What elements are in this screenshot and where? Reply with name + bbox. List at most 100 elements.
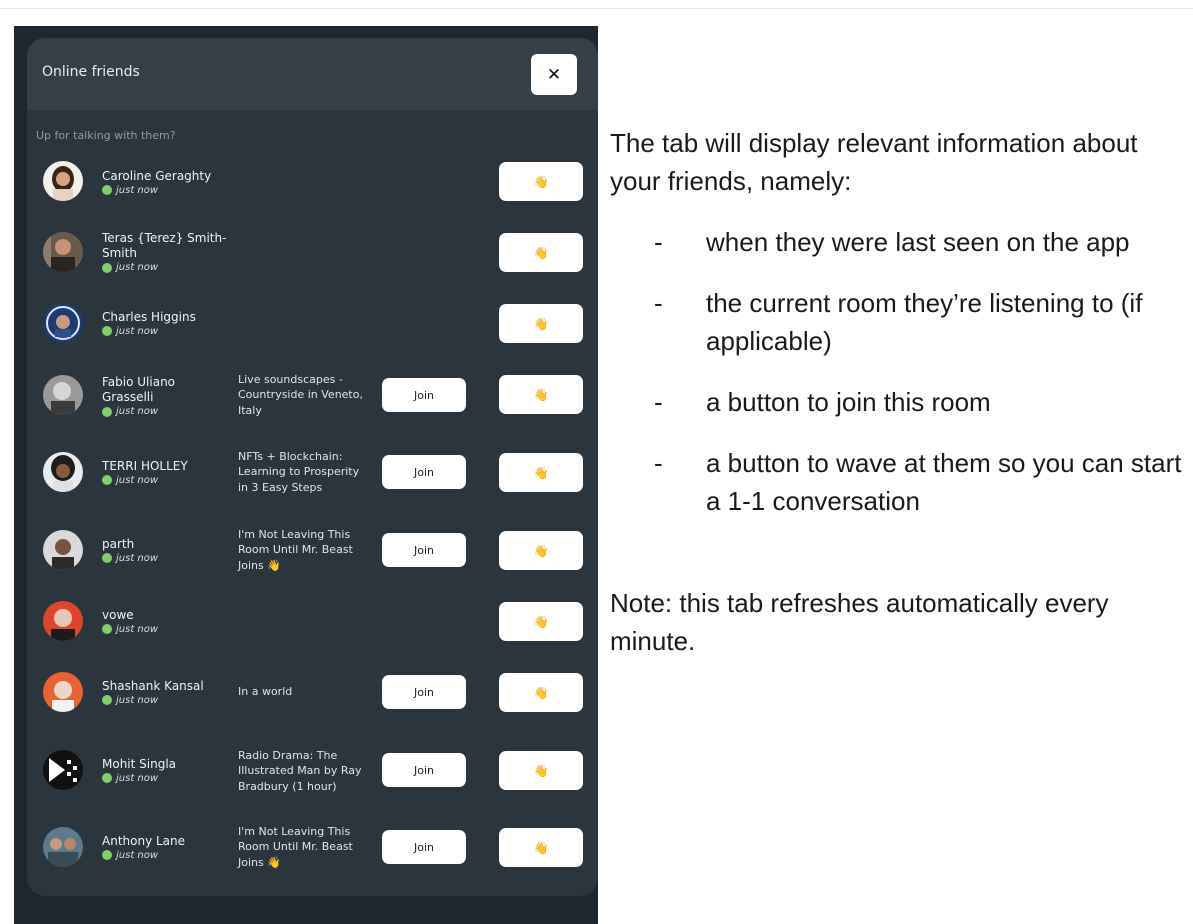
avatar: [43, 672, 83, 712]
status-line: just now: [102, 185, 227, 196]
current-room-title: I'm Not Leaving This Room Until Mr. Beas…: [238, 527, 353, 572]
feature-list: - when they were last seen on the app - …: [610, 223, 1188, 520]
last-seen-text: just now: [116, 184, 159, 196]
avatar: [43, 161, 83, 201]
bullet-marker: -: [654, 387, 663, 417]
online-dot-icon: [102, 262, 112, 273]
wave-button[interactable]: 👋: [499, 531, 583, 570]
feature-text: a button to wave at them so you can star…: [706, 448, 1182, 516]
join-room-button[interactable]: Join: [382, 753, 466, 787]
avatar: [43, 452, 83, 492]
wave-button[interactable]: 👋: [499, 828, 583, 867]
join-room-button[interactable]: Join: [382, 533, 466, 567]
top-divider: [0, 8, 1193, 9]
friend-name: Anthony Lane: [102, 833, 186, 848]
friend-name: vowe: [102, 607, 134, 622]
wave-icon: 👋: [533, 465, 549, 480]
feature-text: when they were last seen on the app: [706, 227, 1130, 257]
wave-button[interactable]: 👋: [499, 162, 583, 201]
wave-icon: 👋: [533, 685, 549, 700]
friend-info: Anthony Lane just now: [102, 831, 227, 863]
join-room-button[interactable]: Join: [382, 675, 466, 709]
last-seen-text: just now: [116, 849, 159, 861]
status-line: just now: [102, 406, 227, 417]
friend-info: Caroline Geraghty just now: [102, 166, 227, 198]
wave-button[interactable]: 👋: [499, 304, 583, 343]
join-room-button[interactable]: Join: [382, 830, 466, 864]
friend-info: Mohit Singla just now: [102, 754, 227, 786]
status-line: just now: [102, 624, 227, 635]
current-room-title: Radio Drama: The Illustrated Man by Ray …: [238, 748, 362, 793]
wave-button[interactable]: 👋: [499, 375, 583, 414]
last-seen-text: just now: [116, 325, 159, 337]
wave-icon: 👋: [533, 174, 549, 189]
bullet-marker: -: [654, 227, 663, 257]
last-seen-text: just now: [116, 552, 159, 564]
online-dot-icon: [102, 553, 112, 563]
online-dot-icon: [102, 695, 112, 705]
wave-button[interactable]: 👋: [499, 751, 583, 790]
last-seen-text: just now: [116, 694, 159, 706]
status-line: just now: [102, 553, 227, 564]
wave-button[interactable]: 👋: [499, 673, 583, 712]
avatar: [43, 303, 83, 343]
status-line: just now: [102, 475, 227, 486]
friend-name: Shashank Kansal: [102, 678, 204, 693]
feature-text: the current room they’re listening to (i…: [706, 288, 1143, 356]
status-line: just now: [102, 773, 227, 784]
wave-icon: 👋: [533, 316, 549, 331]
panel-subtitle: Up for talking with them?: [36, 129, 176, 142]
friend-name: Caroline Geraghty: [102, 168, 212, 183]
friend-info: Shashank Kansal just now: [102, 676, 227, 708]
feature-item: - a button to join this room: [610, 383, 1188, 421]
current-room-title: NFTs + Blockchain: Learning to Prosperit…: [238, 449, 360, 494]
last-seen-text: just now: [116, 474, 159, 486]
online-dot-icon: [102, 406, 112, 417]
wave-icon: 👋: [533, 245, 549, 260]
last-seen-text: just now: [116, 772, 159, 784]
friend-name: parth: [102, 536, 135, 551]
online-dot-icon: [102, 624, 112, 634]
close-button[interactable]: ✕: [531, 54, 577, 95]
friend-info: Charles Higgins just now: [102, 307, 227, 339]
online-dot-icon: [102, 850, 112, 860]
online-dot-icon: [102, 326, 112, 336]
friend-name: Mohit Singla: [102, 756, 177, 771]
feature-text: a button to join this room: [706, 387, 991, 417]
status-line: just now: [102, 262, 227, 273]
status-line: just now: [102, 695, 227, 706]
online-dot-icon: [102, 185, 112, 195]
last-seen-text: just now: [116, 406, 159, 417]
wave-button[interactable]: 👋: [499, 602, 583, 641]
last-seen-text: just now: [116, 262, 159, 273]
feature-item: - the current room they’re listening to …: [610, 284, 1188, 360]
status-line: just now: [102, 326, 227, 337]
description-intro: The tab will display relevant informatio…: [610, 128, 1138, 196]
friend-info: TERRI HOLLEY just now: [102, 456, 227, 488]
avatar: [43, 750, 83, 790]
wave-icon: 👋: [533, 387, 549, 402]
join-room-button[interactable]: Join: [382, 378, 466, 412]
avatar: [43, 232, 83, 272]
avatar: [43, 375, 83, 415]
bullet-marker: -: [654, 288, 663, 318]
wave-button[interactable]: 👋: [499, 233, 583, 272]
status-line: just now: [102, 850, 227, 861]
panel-title: Online friends: [42, 64, 140, 80]
wave-icon: 👋: [533, 840, 549, 855]
join-room-button[interactable]: Join: [382, 455, 466, 489]
wave-icon: 👋: [533, 763, 549, 778]
avatar: [43, 827, 83, 867]
wave-icon: 👋: [533, 614, 549, 629]
online-dot-icon: [102, 773, 112, 783]
friend-info: parth just now: [102, 534, 227, 566]
description-text: The tab will display relevant informatio…: [610, 124, 1188, 660]
friend-name: Teras {Terez} Smith-Smith: [102, 231, 227, 260]
avatar: [43, 530, 83, 570]
feature-item: - when they were last seen on the app: [610, 223, 1188, 261]
friend-name: TERRI HOLLEY: [102, 458, 188, 473]
wave-button[interactable]: 👋: [499, 453, 583, 492]
current-room-title: In a world: [238, 685, 293, 699]
friend-info: Teras {Terez} Smith-Smith just now: [102, 227, 227, 277]
avatar: [43, 601, 83, 641]
